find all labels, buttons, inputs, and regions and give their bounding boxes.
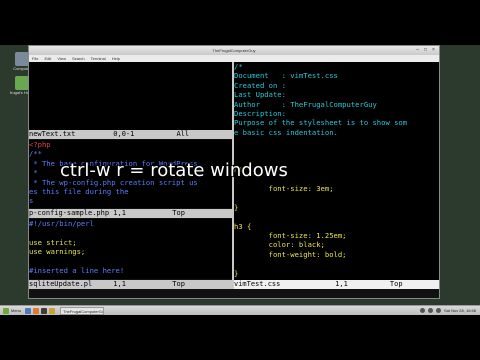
code-line: Last Update:: [234, 90, 286, 100]
terminal-launcher-icon[interactable]: [41, 307, 48, 314]
code-line: Purpose of the stylesheet is to show som: [234, 118, 408, 128]
code-line: <?php: [29, 140, 51, 149]
computer-icon: [15, 52, 29, 66]
start-menu-button[interactable]: Menu: [0, 306, 24, 316]
menu-terminal[interactable]: Terminal: [91, 56, 106, 61]
code-line: }: [234, 202, 239, 212]
home-folder-icon: [15, 76, 29, 90]
menu-view[interactable]: View: [57, 56, 66, 61]
minimize-icon[interactable]: –: [414, 47, 421, 54]
code-line: e basic css indentation.: [234, 127, 338, 137]
update-icon[interactable]: [435, 308, 441, 313]
screen: Computer frugal's Home TheFrugalComputer…: [0, 0, 480, 360]
volume-icon[interactable]: [427, 308, 433, 313]
code-line: font-size: 1.25em;: [234, 231, 347, 241]
taskbar: Menu TheFrugalComputerGuy Sat Nov 28, 16…: [0, 305, 480, 315]
code-line: Author : TheFrugalComputerGuy: [234, 99, 377, 109]
window-title: TheFrugalComputerGuy: [212, 48, 256, 53]
menu-search[interactable]: Search: [72, 56, 85, 61]
window-titlebar[interactable]: TheFrugalComputerGuy – □ ×: [29, 46, 439, 55]
start-menu-label: Menu: [11, 308, 22, 313]
code-line: h3 {: [234, 221, 252, 231]
status-line-wp-config: p-config-sample.php 1,1 Top: [29, 209, 232, 218]
code-line: #!/usr/bin/perl: [29, 219, 94, 228]
vim-pane-sqliteupdate[interactable]: #!/usr/bin/perl use strict; use warnings; #…: [29, 219, 232, 279]
code-line: use warnings;: [29, 247, 86, 257]
code-line: Document : vimTest.css: [234, 71, 338, 81]
code-line: #inserted a line here!: [29, 265, 125, 275]
code-line: font-weight: bold;: [234, 249, 347, 259]
code-line: Created on :: [234, 80, 286, 90]
status-line-sqliteupdate: sqliteUpdate.pl 1,1 Top: [29, 280, 232, 289]
menu-help[interactable]: Help: [112, 56, 120, 61]
system-tray: Sat Nov 28, 16:58: [419, 308, 480, 313]
menu-edit[interactable]: Edit: [44, 56, 51, 61]
code-line: /**: [29, 149, 42, 159]
vim-pane-newtext[interactable]: [29, 62, 232, 130]
code-line: es this file during the: [29, 186, 129, 196]
status-line-vimtest: vimTest.css 1,1 Top: [234, 280, 439, 289]
status-line-newtext: newText.txt 0,0-1 All: [29, 130, 232, 139]
maximize-icon[interactable]: □: [422, 47, 429, 54]
code-line: use strict;: [29, 237, 77, 247]
code-line: /*: [234, 62, 243, 71]
code-line: font-size: 3em;: [234, 184, 334, 194]
taskbar-window-button[interactable]: TheFrugalComputerGuy: [60, 306, 105, 315]
code-line: }: [234, 268, 239, 278]
video-caption-overlay: ctrl-w r = rotate windows: [60, 160, 288, 181]
code-line: s: [29, 196, 34, 206]
code-line: Description:: [234, 108, 286, 118]
files-icon[interactable]: [49, 307, 56, 314]
firefox-icon[interactable]: [33, 307, 40, 314]
mint-logo-icon: [3, 307, 9, 314]
menu-file[interactable]: File: [32, 56, 38, 61]
show-desktop-icon[interactable]: [25, 307, 32, 314]
code-line: color: black;: [234, 240, 325, 250]
close-icon[interactable]: ×: [430, 47, 437, 54]
clock[interactable]: Sat Nov 28, 16:58: [444, 308, 476, 313]
network-icon[interactable]: [419, 308, 425, 313]
